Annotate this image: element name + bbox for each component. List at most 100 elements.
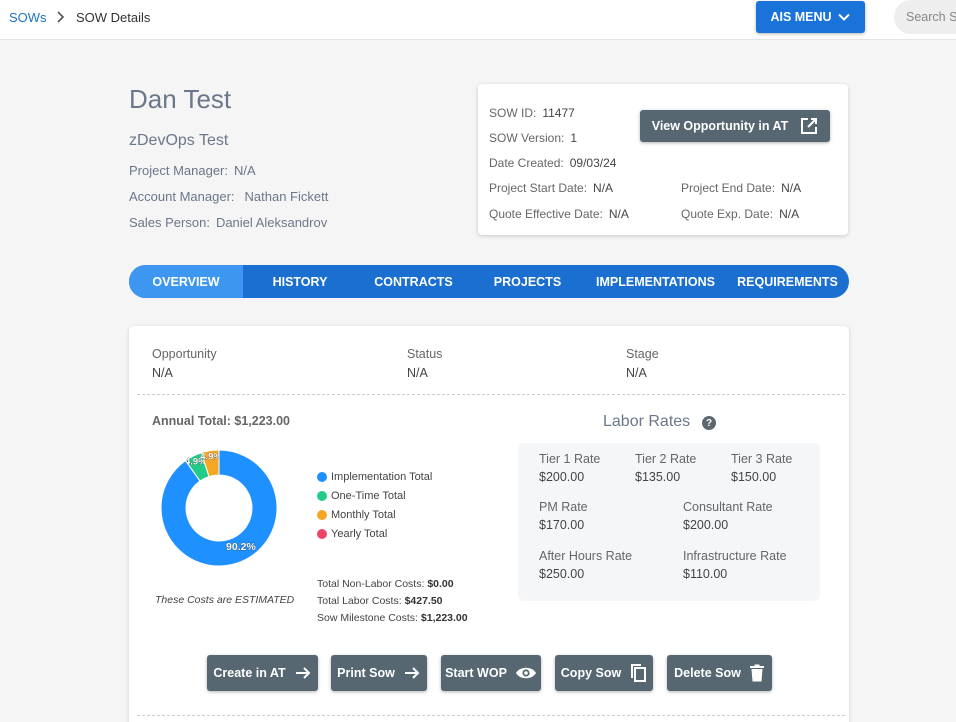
project-start-value: N/A	[593, 181, 614, 195]
rate-value: $200.00	[539, 470, 585, 484]
project-manager-value: N/A	[234, 163, 256, 178]
tab-projects[interactable]: PROJECTS	[470, 265, 585, 298]
chart-legend: Implementation Total One-Time Total Mont…	[317, 467, 432, 543]
copy-icon	[631, 664, 647, 682]
tab-implementations[interactable]: IMPLEMENTATIONS	[585, 265, 726, 298]
legend-dot-implementation	[317, 471, 327, 482]
print-sow-button[interactable]: Print Sow	[331, 655, 427, 691]
non-labor-row: Total Non-Labor Costs: $0.00	[317, 578, 468, 595]
delete-sow-button[interactable]: Delete Sow	[667, 655, 772, 691]
legend-label-yearly: Yearly Total	[331, 527, 388, 540]
account-manager-value: Nathan Fickett	[244, 189, 329, 204]
chevron-right-icon	[57, 11, 65, 23]
legend-item-one-time: One-Time Total	[317, 486, 432, 505]
eye-icon	[515, 667, 536, 679]
copy-sow-button[interactable]: Copy Sow	[555, 655, 653, 691]
legend-dot-monthly	[317, 509, 327, 520]
date-created-row: Date Created: 09/03/24	[489, 156, 616, 170]
legend-item-implementation: Implementation Total	[317, 467, 432, 486]
breadcrumb-current: SOW Details	[76, 10, 151, 25]
stage-label: Stage	[626, 347, 659, 361]
ais-menu-button[interactable]: AIS MENU	[756, 1, 865, 33]
tab-history[interactable]: HISTORY	[243, 265, 357, 298]
milestone-row: Sow Milestone Costs: $1,223.00	[317, 612, 468, 629]
rate-label: PM Rate	[539, 500, 588, 514]
rate-value: $250.00	[539, 567, 585, 581]
sow-id-value: 11477	[542, 106, 575, 120]
status-value: N/A	[407, 366, 428, 380]
rate-infrastructure: Infrastructure Rate $110.00	[683, 549, 787, 581]
stage-value: N/A	[626, 366, 647, 380]
donut-label-implementation: 90.2%	[226, 541, 256, 553]
milestone-label: Sow Milestone Costs:	[317, 612, 418, 624]
rate-label: After Hours Rate	[539, 549, 633, 563]
company-name: zDevOps Test	[129, 132, 229, 149]
rate-label: Tier 3 Rate	[731, 452, 793, 466]
copy-sow-label: Copy Sow	[560, 666, 622, 680]
start-wop-button[interactable]: Start WOP	[441, 655, 541, 691]
sow-info-card: SOW ID: 11477 SOW Version: 1 Date Created:…	[478, 84, 848, 235]
legend-label-implementation: Implementation Total	[331, 470, 433, 483]
arrow-right-icon	[295, 667, 311, 679]
trash-icon	[749, 664, 764, 682]
page-title: Dan Test	[129, 84, 232, 114]
rate-tier-1: Tier 1 Rate $200.00	[539, 452, 600, 484]
delete-sow-label: Delete Sow	[674, 666, 741, 680]
sow-version-row: SOW Version: 1	[489, 131, 577, 145]
account-manager-label: Account Manager:	[129, 189, 235, 204]
rate-tier-2: Tier 2 Rate $135.00	[635, 452, 696, 484]
create-in-at-label: Create in AT	[213, 666, 286, 680]
labor-row: Total Labor Costs: $427.50	[317, 595, 468, 612]
date-created-label: Date Created:	[489, 156, 564, 170]
sales-person-value: Daniel Aleksandrov	[215, 215, 328, 230]
rate-value: $150.00	[731, 470, 777, 484]
sow-id-row: SOW ID: 11477	[489, 106, 575, 120]
sales-person-label: Sales Person:	[129, 215, 210, 230]
rate-after-hours: After Hours Rate $250.00	[539, 549, 632, 581]
rate-value: $200.00	[683, 518, 729, 532]
start-wop-label: Start WOP	[445, 666, 507, 680]
rate-consultant: Consultant Rate $200.00	[683, 500, 773, 532]
estimated-note: These Costs are ESTIMATED	[155, 594, 295, 606]
project-end-row: Project End Date: N/A	[681, 181, 801, 195]
legend-dot-one-time	[317, 490, 327, 501]
legend-item-monthly: Monthly Total	[317, 505, 432, 524]
labor-rates-title: Labor Rates	[603, 413, 691, 430]
cost-donut-svg: 4.9%4.9%90.2%	[160, 449, 278, 567]
milestone-value: $1,223.00	[420, 612, 468, 624]
project-manager-label: Project Manager:	[129, 163, 228, 178]
legend-label-one-time: One-Time Total	[331, 489, 406, 502]
chevron-down-icon	[837, 13, 850, 21]
rate-tier-3: Tier 3 Rate $150.00	[731, 452, 792, 484]
tab-contracts[interactable]: CONTRACTS	[357, 265, 470, 298]
rate-value: $110.00	[683, 567, 728, 581]
account-manager-row: Account Manager: Nathan Fickett	[129, 189, 328, 204]
sow-id-label: SOW ID:	[489, 106, 537, 120]
cost-totals: Total Non-Labor Costs: $0.00 Total Labor…	[317, 578, 468, 629]
legend-label-monthly: Monthly Total	[331, 508, 396, 521]
print-sow-label: Print Sow	[337, 666, 395, 680]
labor-rates-box: Tier 1 Rate $200.00 Tier 2 Rate $135.00 …	[518, 443, 820, 601]
opportunity-value: N/A	[152, 366, 173, 380]
project-end-label: Project End Date:	[681, 181, 776, 195]
tab-overview[interactable]: OVERVIEW	[129, 265, 243, 298]
quote-exp-row: Quote Exp. Date: N/A	[681, 207, 799, 221]
breadcrumb-sows-link[interactable]: SOWs	[9, 10, 47, 25]
project-manager-row: Project Manager: N/A	[129, 163, 256, 178]
annual-total: Annual Total: $1,223.00	[152, 414, 291, 428]
arrow-right-icon	[404, 667, 420, 679]
section-divider	[137, 394, 845, 395]
help-icon[interactable]: ?	[702, 416, 716, 430]
quote-exp-value: N/A	[779, 207, 800, 221]
tab-requirements[interactable]: REQUIREMENTS	[726, 265, 849, 298]
view-opportunity-button[interactable]: View Opportunity in AT	[640, 110, 830, 142]
view-opportunity-label: View Opportunity in AT	[651, 119, 789, 133]
search-input[interactable]: Search S	[894, 0, 956, 34]
cost-donut-chart: 4.9% 4.9% 90.2%	[159, 448, 279, 568]
overview-card: Opportunity N/A Status N/A Stage N/A Ann…	[129, 326, 849, 722]
tab-bar: OVERVIEW HISTORY CONTRACTS PROJECTS IMPL…	[129, 265, 849, 298]
rate-pm: PM Rate $170.00	[539, 500, 588, 532]
search-placeholder: Search S	[906, 10, 956, 24]
create-in-at-button[interactable]: Create in AT	[207, 655, 318, 691]
sow-version-label: SOW Version:	[489, 131, 565, 145]
